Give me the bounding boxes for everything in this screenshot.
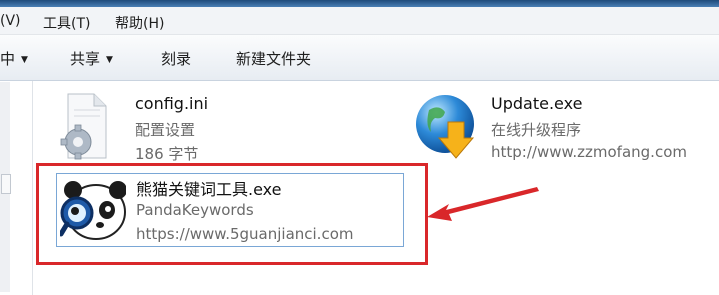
menu-help[interactable]: 帮助(H) [115, 13, 164, 33]
menu-tools[interactable]: 工具(T) [43, 13, 90, 33]
file-item-update[interactable]: Update.exe 在线升级程序 http://www.zzmofang.co… [415, 92, 715, 162]
file-name: config.ini [135, 94, 209, 113]
organize-button[interactable]: 中 ▼ [0, 48, 28, 69]
nav-scrollbar-thumb[interactable] [1, 174, 11, 194]
chevron-down-icon: ▼ [106, 55, 113, 65]
file-type: 在线升级程序 [491, 121, 582, 139]
menu-view[interactable]: (V) [0, 13, 21, 29]
burn-button[interactable]: 刻录 [161, 48, 191, 69]
red-arrow-icon [427, 187, 539, 221]
menu-bar: (V) 工具(T) 帮助(H) [0, 7, 719, 35]
new-folder-button[interactable]: 新建文件夹 [236, 48, 311, 69]
organize-label: 中 [0, 50, 16, 68]
command-toolbar: 中 ▼ 共享 ▼ 刻录 新建文件夹 [0, 35, 719, 81]
chevron-down-icon: ▼ [21, 55, 28, 65]
config-file-gear-icon [60, 93, 107, 160]
file-item-config[interactable]: config.ini 配置设置 186 字节 [60, 92, 320, 163]
nav-scrollbar[interactable] [0, 82, 11, 292]
share-button[interactable]: 共享 ▼ [70, 48, 113, 69]
file-company: http://www.zzmofang.com [491, 143, 687, 161]
share-label: 共享 [70, 50, 101, 68]
globe-download-arrow-icon [416, 95, 475, 159]
window-title-strip [0, 0, 719, 7]
file-size: 186 字节 [135, 145, 199, 163]
file-name: Update.exe [491, 94, 583, 113]
file-type: 配置设置 [135, 121, 196, 139]
red-highlight-box [36, 163, 428, 265]
